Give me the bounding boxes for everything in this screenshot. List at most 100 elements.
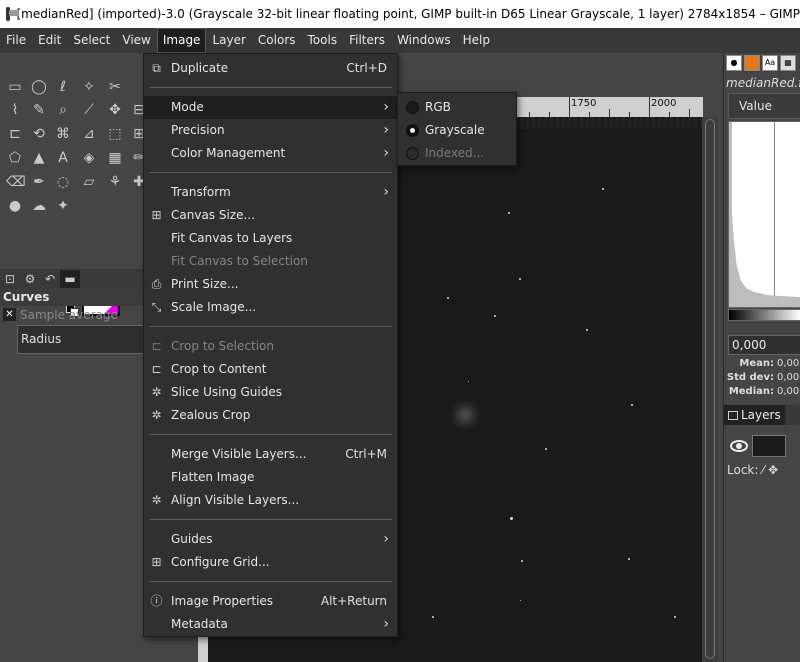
menu-item-mode[interactable]: Mode ›: [144, 96, 397, 119]
menu-view[interactable]: View: [116, 28, 156, 53]
menu-item-color-management[interactable]: Color Management ›: [144, 142, 397, 165]
histogram-tab-icon[interactable]: ▦: [780, 55, 796, 71]
mode-item-grayscale[interactable]: Grayscale: [398, 119, 516, 142]
menu-tools[interactable]: Tools: [302, 28, 344, 53]
images-tab-icon[interactable]: ▬: [60, 270, 80, 288]
crop-tool-icon[interactable]: ⊏: [6, 125, 24, 143]
menu-item-precision[interactable]: Precision ›: [144, 119, 397, 142]
scrollbar-thumb[interactable]: [705, 119, 715, 659]
menu-item-transform[interactable]: Transform ›: [144, 181, 397, 204]
lock-position-icon[interactable]: ✥: [768, 463, 778, 477]
cage-tool-icon[interactable]: ⬠: [6, 149, 24, 167]
menu-help[interactable]: Help: [457, 28, 496, 53]
color-picker-icon[interactable]: ✎: [30, 101, 48, 119]
shear-tool-icon[interactable]: ⊿: [80, 125, 98, 143]
dodge-burn-icon[interactable]: ✦: [54, 197, 72, 215]
star: [432, 616, 434, 618]
menu-item-slice-guides[interactable]: ✲ Slice Using Guides: [144, 381, 397, 404]
close-icon[interactable]: ✕: [3, 308, 16, 321]
radius-field[interactable]: Radius: [17, 325, 148, 354]
clone-tool-icon[interactable]: ⚘: [106, 173, 124, 191]
histogram-range-start[interactable]: 0,000: [728, 335, 800, 355]
vertical-scrollbar[interactable]: [702, 117, 718, 662]
ellipse-select-tool-icon[interactable]: ◯: [30, 78, 48, 96]
menu-layer[interactable]: Layer: [206, 28, 251, 53]
mode-item-rgb[interactable]: RGB: [398, 96, 516, 119]
menu-item-flatten[interactable]: Flatten Image: [144, 466, 397, 489]
menu-item-fit-canvas-selection[interactable]: Fit Canvas to Selection: [144, 250, 397, 273]
star: [631, 404, 633, 406]
scissors-tool-icon[interactable]: ✂: [106, 78, 124, 96]
rect-select-tool-icon[interactable]: ▭: [6, 78, 24, 96]
star: [674, 616, 676, 618]
mypaint-brush-icon[interactable]: ▱: [80, 173, 98, 191]
plugin-icon: ✲: [151, 493, 162, 507]
chevron-right-icon: ›: [383, 184, 389, 200]
menu-item-print-size[interactable]: ⎙ Print Size...: [144, 273, 397, 296]
crop-icon: ⊏: [151, 362, 162, 376]
star: [494, 315, 496, 317]
menu-colors[interactable]: Colors: [252, 28, 302, 53]
brushes-tab-icon[interactable]: ●: [726, 55, 742, 71]
menu-item-scale-image[interactable]: ⤡ Scale Image...: [144, 296, 397, 319]
menu-edit[interactable]: Edit: [32, 28, 67, 53]
airbrush-tool-icon[interactable]: ✒: [30, 173, 48, 191]
menu-item-metadata[interactable]: Metadata ›: [144, 613, 397, 636]
menu-select[interactable]: Select: [67, 28, 116, 53]
perspective-tool-icon[interactable]: ⬚: [106, 125, 124, 143]
star: [602, 188, 604, 190]
eraser-tool-icon[interactable]: ⌫: [6, 173, 26, 191]
menu-item-fit-canvas-layers[interactable]: Fit Canvas to Layers: [144, 227, 397, 250]
layer-row[interactable]: [724, 431, 800, 461]
star: [628, 558, 630, 560]
menu-image[interactable]: Image: [156, 28, 207, 53]
zoom-tool-icon[interactable]: ⌕: [54, 101, 72, 119]
layer-thumbnail[interactable]: [752, 435, 786, 457]
device-status-tab-icon[interactable]: ⚙: [20, 270, 40, 288]
menu-item-crop-to-selection[interactable]: ⊏ Crop to Selection: [144, 335, 397, 358]
menu-item-canvas-size[interactable]: ⊞ Canvas Size...: [144, 204, 397, 227]
free-select-tool-icon[interactable]: ℓ: [54, 78, 72, 96]
menu-file[interactable]: File: [0, 28, 32, 53]
bucket-fill-icon[interactable]: ▲: [30, 149, 48, 167]
paths-tool-icon[interactable]: ⌇: [6, 101, 24, 119]
star: [447, 297, 449, 299]
right-dock: ● Aa ▦ medianRed.fi Value 0,000 Mean: 0,0…: [723, 53, 800, 662]
histogram-dock-tabs: ● Aa ▦: [724, 55, 800, 75]
menu-item-image-properties[interactable]: ⓘ Image Properties Alt+Return: [144, 590, 397, 613]
fuzzy-select-tool-icon[interactable]: ✧: [80, 78, 98, 96]
move-tool-icon[interactable]: ✥: [106, 101, 124, 119]
patterns-tab-icon[interactable]: [744, 55, 760, 71]
text-tool-icon[interactable]: A: [54, 149, 72, 167]
menu-item-guides[interactable]: Guides ›: [144, 528, 397, 551]
menu-item-configure-grid[interactable]: ⊞ Configure Grid...: [144, 551, 397, 574]
layers-tab[interactable]: Layers: [724, 405, 785, 425]
gradient-tool-icon[interactable]: ▦: [106, 149, 124, 167]
menu-item-crop-to-content[interactable]: ⊏ Crop to Content: [144, 358, 397, 381]
ink-tool-icon[interactable]: ◌: [54, 173, 72, 191]
star: [586, 329, 588, 331]
unified-transform-icon[interactable]: ⟲: [30, 125, 48, 143]
paint-bucket-icon[interactable]: ◈: [80, 149, 98, 167]
tool-options-tab-icon[interactable]: ⊡: [0, 270, 20, 288]
menu-windows[interactable]: Windows: [391, 28, 457, 53]
histogram-channel-select[interactable]: Value: [728, 93, 800, 119]
gimp-app-icon: [6, 7, 21, 21]
layers-dock-tabs: Layers: [724, 405, 800, 425]
measure-tool-icon[interactable]: ⟋: [80, 101, 98, 119]
blur-tool-icon[interactable]: ●: [6, 197, 24, 215]
scale-icon: ⤡: [151, 300, 162, 314]
menu-bar: File Edit Select View Image Layer Colors…: [0, 28, 800, 53]
menu-filters[interactable]: Filters: [343, 28, 391, 53]
menu-item-align-visible[interactable]: ✲ Align Visible Layers...: [144, 489, 397, 512]
menu-item-duplicate[interactable]: ⧉ Duplicate Ctrl+D: [144, 57, 397, 80]
undo-history-tab-icon[interactable]: ↶: [40, 270, 60, 288]
menu-item-zealous-crop[interactable]: ✲ Zealous Crop: [144, 404, 397, 427]
mode-item-indexed[interactable]: Indexed...: [398, 142, 516, 165]
fonts-tab-icon[interactable]: Aa: [762, 55, 778, 71]
menu-item-merge-visible[interactable]: Merge Visible Layers... Ctrl+M: [144, 443, 397, 466]
gimp-window: [medianRed] (imported)-3.0 (Grayscale 32…: [0, 0, 800, 662]
warp-transform-icon[interactable]: ⌘: [54, 125, 72, 143]
eye-icon[interactable]: [730, 440, 748, 452]
smudge-tool-icon[interactable]: ☁: [30, 197, 48, 215]
